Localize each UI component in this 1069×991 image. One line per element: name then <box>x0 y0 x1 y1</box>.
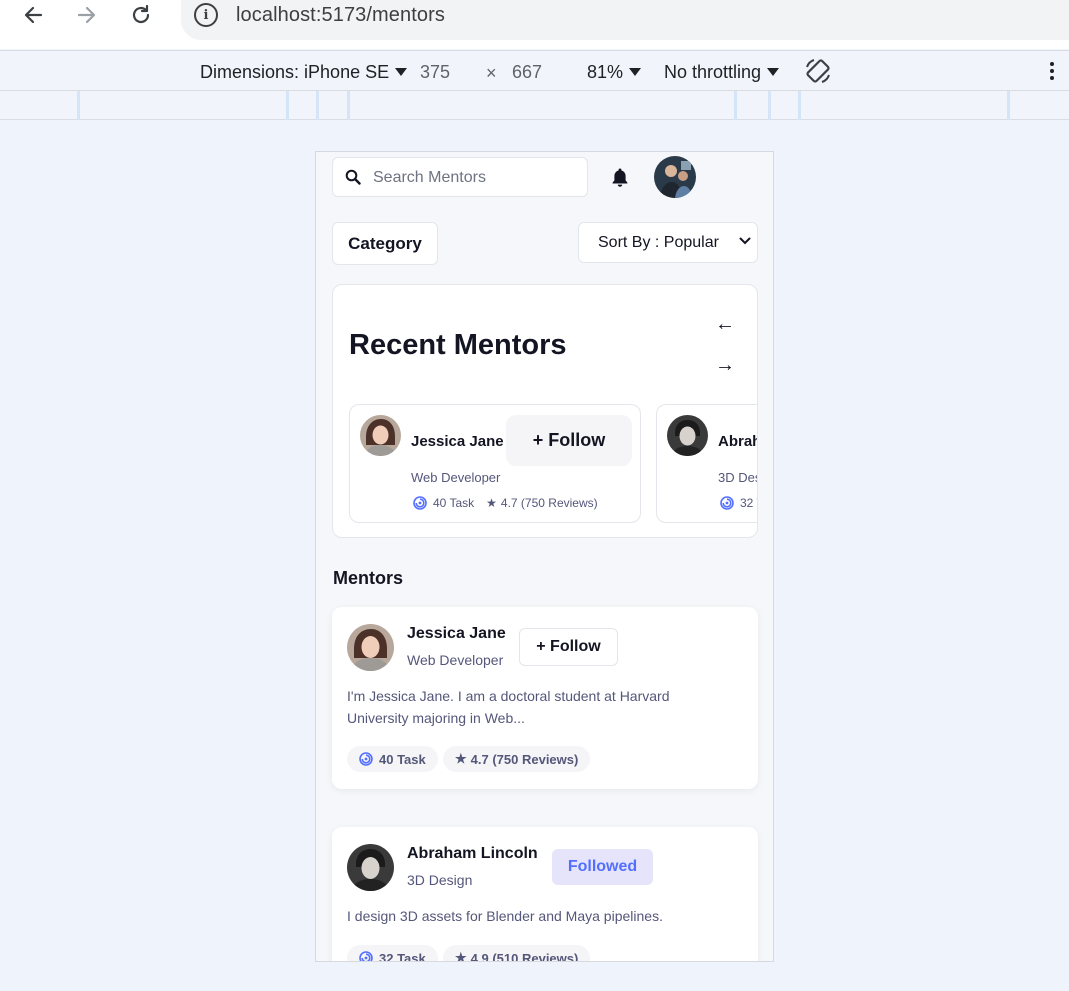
mentor-avatar <box>347 624 394 671</box>
chevron-down-icon <box>767 68 780 76</box>
height-field[interactable]: 667 <box>512 62 542 83</box>
arrow-right-icon[interactable]: → <box>715 354 735 377</box>
url-text[interactable]: localhost:5173/mentors <box>236 4 445 27</box>
sort-select[interactable]: Sort By : Popular <box>578 222 758 263</box>
zoom-selector[interactable]: 81% <box>587 62 642 83</box>
mentor-name: Abraham Lincoln <box>407 845 538 862</box>
mentor-role: 3D Design <box>718 470 757 485</box>
device-selector[interactable]: Dimensions: iPhone SE <box>200 62 408 83</box>
follow-button[interactable]: + Follow <box>506 415 632 466</box>
device-viewport: Search Mentors Category Sort By : Popula… <box>315 151 774 962</box>
rating-text: 4.9 (510 Reviews) <box>470 950 579 962</box>
back-arrow-icon[interactable] <box>20 2 46 28</box>
site-info-icon[interactable]: i <box>194 3 218 27</box>
task-badge: 40 Task <box>347 746 438 772</box>
mentor-avatar <box>347 844 394 891</box>
user-avatar[interactable] <box>654 156 696 198</box>
throttling-selector[interactable]: No throttling <box>664 62 780 83</box>
task-icon <box>359 752 373 766</box>
mentors-heading: Mentors <box>333 568 404 588</box>
device-toolbar: Dimensions: iPhone SE 375 × 667 81% No t… <box>0 50 1069 91</box>
width-field[interactable]: 375 <box>420 62 450 83</box>
recent-mentors-section: Recent Mentors ← → Jessica Jane + Follow… <box>332 284 758 538</box>
mentor-name: Jessica Jane <box>407 625 506 642</box>
sort-label: Sort By : Popular <box>598 234 719 251</box>
chevron-down-icon <box>629 68 642 76</box>
recent-mentors-title: Recent Mentors <box>349 329 567 361</box>
search-icon <box>345 169 361 185</box>
mentor-role: 3D Design <box>407 872 473 888</box>
throttling-label: No throttling <box>664 62 762 82</box>
browser-toolbar: i localhost:5173/mentors <box>0 0 1069 49</box>
reload-icon[interactable] <box>128 2 154 28</box>
recent-mentor-card[interactable]: Abraham Lincoln 3D Design 32 Task <box>656 404 757 523</box>
search-placeholder: Search Mentors <box>373 169 486 186</box>
task-count: 40 Task <box>433 496 475 510</box>
star-icon: ★ <box>455 751 467 766</box>
task-icon <box>413 496 427 510</box>
mentor-avatar <box>360 415 401 456</box>
task-badge: 32 Task <box>347 945 438 962</box>
task-count: 32 Task <box>740 496 757 510</box>
zoom-label: 81% <box>587 62 624 82</box>
search-input[interactable]: Search Mentors <box>332 157 588 197</box>
star-icon: ★ <box>486 496 497 510</box>
rating-badge: ★ 4.7 (750 Reviews) <box>443 746 591 772</box>
chevron-down-icon <box>739 237 751 245</box>
more-options-icon[interactable] <box>1050 62 1056 83</box>
mentor-name: Abraham Lincoln <box>718 433 757 450</box>
mentor-card[interactable]: Abraham Lincoln 3D Design Followed I des… <box>332 827 758 962</box>
mentor-bio: I'm Jessica Jane. I am a doctoral studen… <box>347 688 670 726</box>
mentor-role: Web Developer <box>411 470 501 485</box>
rotate-icon[interactable] <box>803 56 833 91</box>
media-query-bar <box>0 91 1069 120</box>
times-symbol: × <box>486 63 497 83</box>
recent-mentor-card[interactable]: Jessica Jane + Follow Web Developer 40 T… <box>349 404 641 523</box>
mentor-role: Web Developer <box>407 652 504 668</box>
forward-arrow-icon[interactable] <box>74 2 100 28</box>
rating-text: 4.7 (750 Reviews) <box>470 751 579 767</box>
task-count: 32 Task <box>379 950 426 962</box>
mentor-card[interactable]: Jessica Jane Web Developer + Follow I'm … <box>332 607 758 789</box>
url-path: :5173/mentors <box>315 4 445 26</box>
mentor-name: Jessica Jane <box>411 433 504 450</box>
chevron-down-icon <box>395 68 408 76</box>
task-icon <box>720 496 734 510</box>
followed-button[interactable]: Followed <box>552 849 653 885</box>
follow-button[interactable]: + Follow <box>519 628 618 666</box>
mentor-bio: I design 3D assets for Blender and Maya … <box>347 908 663 924</box>
bell-icon[interactable] <box>609 166 631 188</box>
mentor-stats: 40 Task ★ 4.7 (750 Reviews) <box>413 496 598 510</box>
rating-text: 4.7 (750 Reviews) <box>500 496 598 510</box>
star-icon: ★ <box>455 950 467 962</box>
rating-badge: ★ 4.9 (510 Reviews) <box>443 945 591 962</box>
mentor-avatar <box>667 415 708 456</box>
arrow-left-icon[interactable]: ← <box>715 313 735 336</box>
mentor-stats: 32 Task <box>720 496 757 510</box>
task-icon <box>359 951 373 961</box>
device-label: Dimensions: iPhone SE <box>200 62 390 82</box>
category-button[interactable]: Category <box>332 222 438 265</box>
url-host: localhost <box>236 4 316 26</box>
task-count: 40 Task <box>379 751 426 767</box>
